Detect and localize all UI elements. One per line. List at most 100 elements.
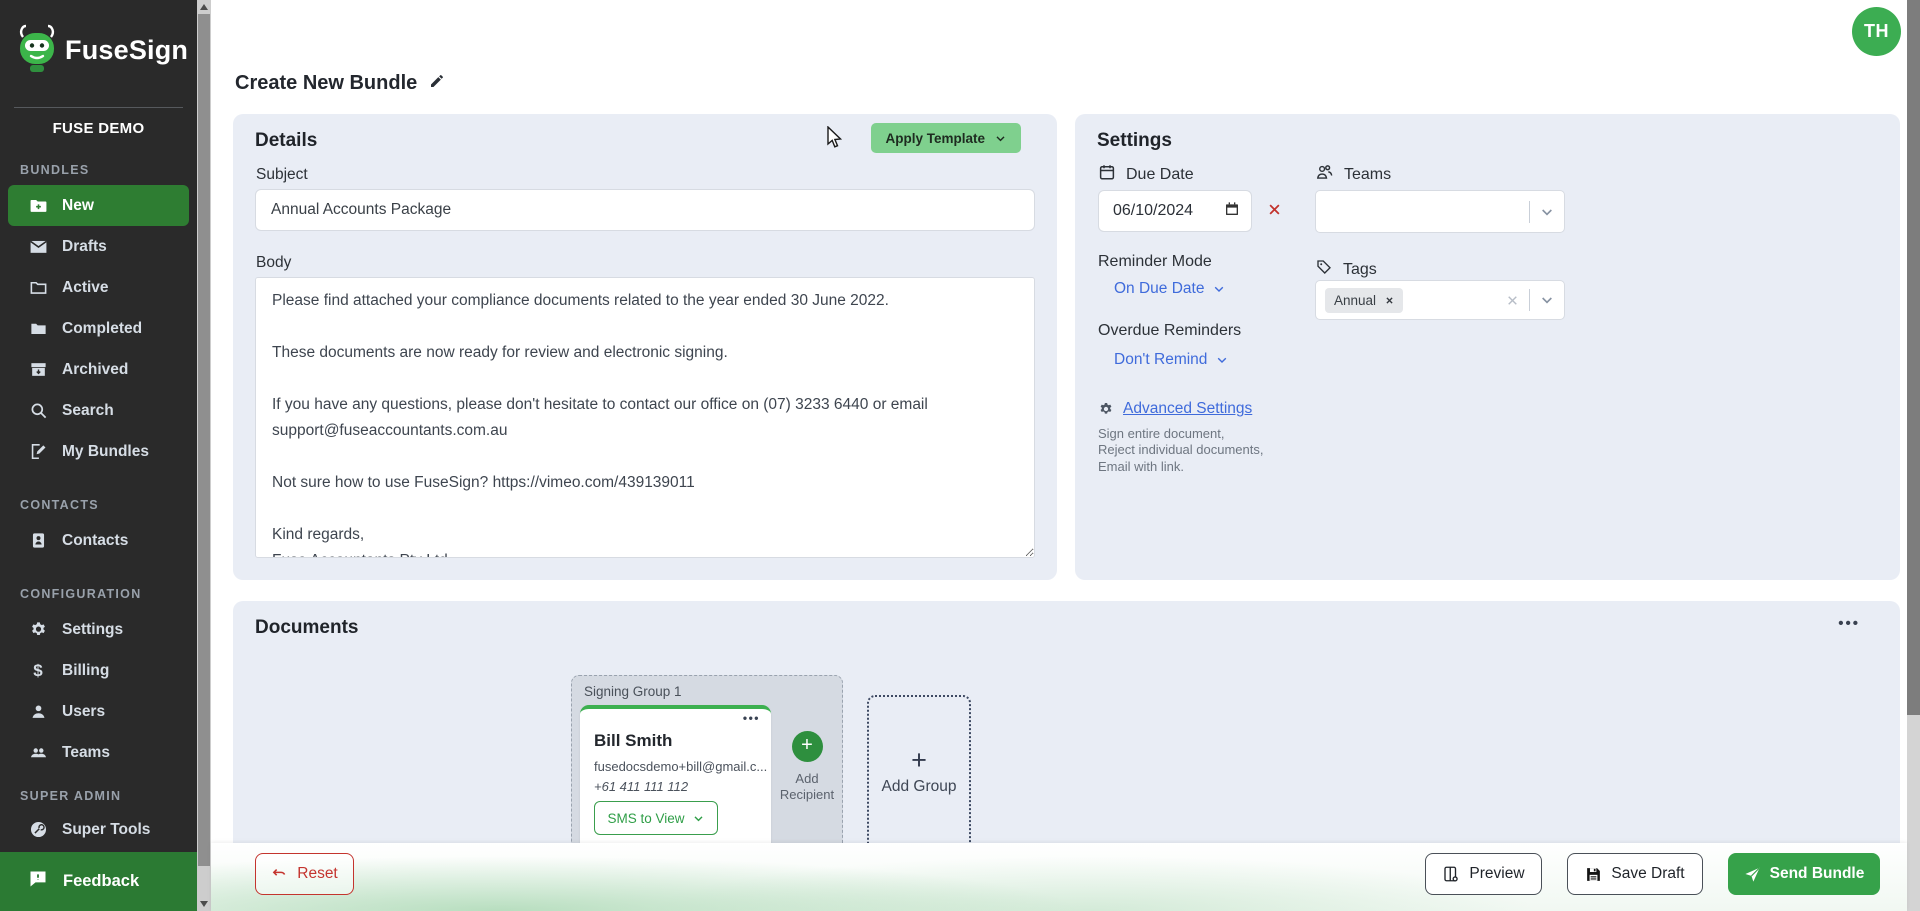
- sidebar-item-teams[interactable]: Teams: [0, 732, 197, 773]
- section-label-bundles: BUNDLES: [20, 163, 197, 177]
- sidebar-item-label: My Bundles: [62, 443, 149, 461]
- date-picker-icon[interactable]: [1224, 201, 1240, 222]
- sidebar-item-active[interactable]: Active: [0, 267, 197, 308]
- sidebar-item-label: New: [62, 197, 94, 215]
- page-scrollbar-thumb[interactable]: [1907, 0, 1920, 715]
- sidebar-item-new[interactable]: New: [8, 185, 189, 226]
- dollar-icon: $: [28, 661, 48, 681]
- feedback-button[interactable]: Feedback: [0, 852, 197, 911]
- plus-icon: +: [911, 749, 927, 771]
- sidebar-item-billing[interactable]: $ Billing: [0, 650, 197, 691]
- add-recipient-button[interactable]: + Add Recipient: [774, 731, 840, 803]
- summary-line: Sign entire document,: [1098, 426, 1263, 442]
- clear-tags-icon[interactable]: [1496, 294, 1529, 307]
- sidebar-item-completed[interactable]: Completed: [0, 308, 197, 349]
- overdue-reminders-value: Don't Remind: [1114, 351, 1207, 369]
- sidebar-item-super-tools[interactable]: Super Tools: [0, 809, 197, 850]
- sidebar-item-drafts[interactable]: Drafts: [0, 226, 197, 267]
- brand-logo[interactable]: FuseSign: [0, 0, 197, 77]
- documents-menu-ellipsis-icon[interactable]: •••: [1838, 615, 1860, 632]
- overdue-reminders-label: Overdue Reminders: [1098, 322, 1241, 340]
- chevron-down-icon[interactable]: [1530, 292, 1564, 308]
- sidebar-item-label: Completed: [62, 320, 142, 338]
- preview-label: Preview: [1469, 865, 1524, 883]
- sidebar-item-archived[interactable]: Archived: [0, 349, 197, 390]
- select-controls: [1529, 191, 1564, 232]
- page-title-row: Create New Bundle: [235, 72, 445, 95]
- tags-select[interactable]: Annual: [1315, 280, 1565, 320]
- settings-card: Settings Due Date 06/10/2024 Teams: [1075, 114, 1900, 580]
- sidebar-item-label: Users: [62, 703, 105, 721]
- tag-chip[interactable]: Annual: [1325, 288, 1403, 313]
- body-textarea[interactable]: Please find attached your compliance doc…: [255, 277, 1035, 558]
- sidebar-item-label: Contacts: [62, 532, 128, 550]
- documents-title: Documents: [255, 617, 358, 639]
- summary-line: Email with link.: [1098, 459, 1263, 475]
- delivery-mode-select[interactable]: SMS to View: [594, 801, 718, 835]
- people-outline-icon: [1315, 163, 1334, 187]
- recipient-menu-ellipsis-icon[interactable]: •••: [743, 711, 760, 725]
- sidebar-scrollbar[interactable]: [197, 0, 211, 911]
- reminder-mode-select[interactable]: On Due Date: [1114, 280, 1226, 298]
- due-date-input[interactable]: 06/10/2024: [1098, 190, 1252, 232]
- due-date-label: Due Date: [1126, 166, 1194, 184]
- teams-label: Teams: [1344, 166, 1391, 184]
- sidebar-item-my-bundles[interactable]: My Bundles: [0, 431, 197, 472]
- search-icon: [28, 401, 48, 421]
- reminder-mode-value: On Due Date: [1114, 280, 1204, 298]
- plus-icon: +: [792, 731, 823, 762]
- chevron-down-icon: [1215, 353, 1229, 367]
- remove-tag-icon[interactable]: [1385, 296, 1394, 305]
- chevron-down-icon[interactable]: [1530, 204, 1564, 220]
- due-date-value: 06/10/2024: [1113, 202, 1193, 220]
- folder-icon: [28, 278, 48, 298]
- sidebar-scrollbar-thumb[interactable]: [198, 14, 210, 866]
- clear-due-date-icon[interactable]: [1267, 202, 1282, 217]
- scrollbar-down-arrow-icon[interactable]: [200, 901, 208, 907]
- sidebar-item-users[interactable]: Users: [0, 691, 197, 732]
- tags-label-row: Tags: [1315, 258, 1377, 281]
- paper-plane-icon: [1744, 866, 1761, 883]
- advanced-settings-summary: Sign entire document, Reject individual …: [1098, 426, 1263, 475]
- advanced-settings-link[interactable]: Advanced Settings: [1123, 400, 1252, 418]
- add-recipient-label: Add Recipient: [774, 771, 840, 803]
- save-floppy-icon: [1585, 866, 1602, 883]
- robot-logo-icon: [14, 24, 60, 77]
- sidebar-item-label: Active: [62, 279, 109, 297]
- apply-template-button[interactable]: Apply Template: [871, 123, 1021, 153]
- page-scrollbar[interactable]: [1907, 0, 1920, 911]
- contact-card-icon: [28, 531, 48, 551]
- gear-small-icon: [1098, 401, 1114, 417]
- folder-plus-icon: [28, 196, 48, 216]
- tags-label: Tags: [1343, 261, 1377, 279]
- recipient-phone: +61 411 111 112: [594, 779, 688, 794]
- brand-name: FuseSign: [65, 35, 188, 66]
- sidebar-item-search[interactable]: Search: [0, 390, 197, 431]
- send-bundle-button[interactable]: Send Bundle: [1728, 853, 1880, 895]
- chevron-down-icon: [692, 812, 705, 825]
- overdue-reminders-select[interactable]: Don't Remind: [1114, 351, 1229, 369]
- settings-title: Settings: [1097, 130, 1172, 152]
- sidebar-item-contacts[interactable]: Contacts: [0, 520, 197, 561]
- avatar[interactable]: TH: [1852, 7, 1901, 56]
- archive-icon: [28, 360, 48, 380]
- select-controls: [1496, 281, 1564, 319]
- undo-icon: [271, 866, 288, 883]
- edit-pencil-icon[interactable]: [429, 72, 445, 95]
- sidebar-item-label: Teams: [62, 744, 110, 762]
- save-draft-button[interactable]: Save Draft: [1567, 853, 1703, 895]
- scrollbar-up-arrow-icon[interactable]: [200, 4, 208, 10]
- avatar-initials: TH: [1864, 21, 1889, 42]
- signing-group-label: Signing Group 1: [584, 684, 682, 699]
- teams-label-row: Teams: [1315, 163, 1391, 187]
- body-label: Body: [256, 254, 291, 272]
- preview-button[interactable]: Preview: [1425, 853, 1542, 895]
- subject-input[interactable]: [255, 189, 1035, 231]
- sidebar-item-settings[interactable]: Settings: [0, 609, 197, 650]
- reset-button[interactable]: Reset: [255, 853, 354, 895]
- teams-select[interactable]: [1315, 190, 1565, 233]
- add-group-label: Add Group: [882, 778, 957, 796]
- advanced-settings-row[interactable]: Advanced Settings: [1098, 400, 1252, 418]
- subject-label: Subject: [256, 166, 308, 184]
- feedback-label: Feedback: [63, 872, 139, 891]
